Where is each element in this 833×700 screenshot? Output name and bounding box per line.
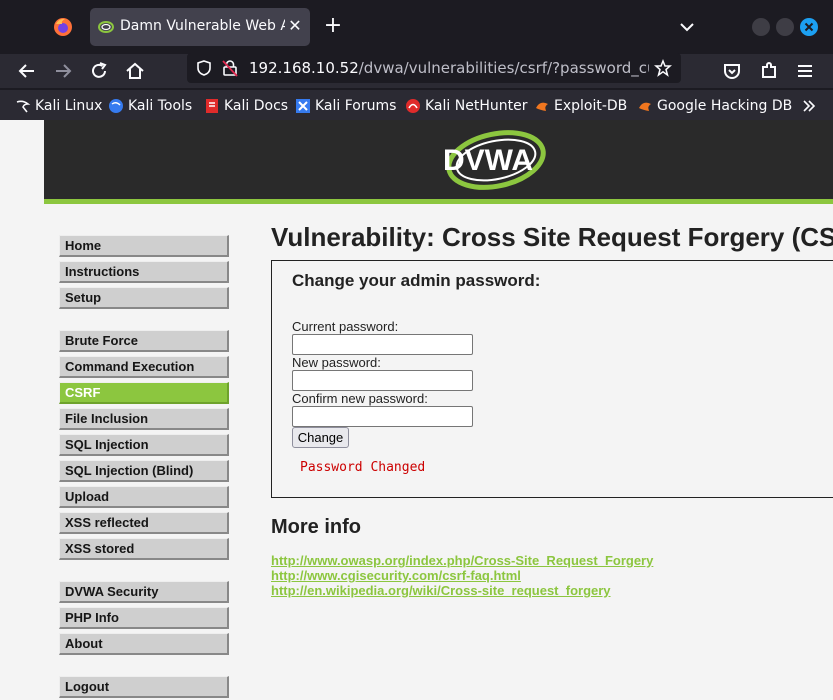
- kali-tools-icon: [109, 99, 123, 113]
- menu-item-xss-stored[interactable]: XSS stored: [59, 538, 229, 560]
- new-password-label: New password:: [292, 355, 381, 370]
- dvwa-header: DVWA: [44, 120, 833, 204]
- url-host: 192.168.10.52: [249, 59, 359, 77]
- tab-title: Damn Vulnerable Web Application (DVWA): [120, 18, 285, 34]
- wikipedia-link[interactable]: http://en.wikipedia.org/wiki/Cross-site_…: [271, 583, 611, 598]
- shield-icon[interactable]: [195, 59, 213, 77]
- menu-item-instructions[interactable]: Instructions: [59, 261, 229, 283]
- confirm-password-input[interactable]: [292, 406, 473, 427]
- dvwa-logo: DVWA: [443, 130, 546, 190]
- bookmark-kali-tools[interactable]: Kali Tools: [108, 96, 192, 116]
- bookmark-label: Kali Linux: [35, 98, 103, 114]
- more-info-heading: More info: [271, 516, 361, 538]
- menu-item-file-inclusion[interactable]: File Inclusion: [59, 408, 229, 430]
- close-window-button[interactable]: [800, 18, 818, 36]
- browser-window: Damn Vulnerable Web Application (DVWA) ✕…: [0, 0, 833, 700]
- bookmarks-toolbar: Kali Linux Kali Tools Kali Docs Kali For…: [0, 90, 833, 120]
- bookmark-label: Kali Forums: [315, 98, 397, 114]
- extensions-icon[interactable]: [757, 59, 781, 83]
- dvwa-favicon-icon: [98, 21, 114, 33]
- form-heading: Change your admin password:: [292, 271, 541, 290]
- menu-item-about[interactable]: About: [59, 633, 229, 655]
- menu-item-brute-force[interactable]: Brute Force: [59, 330, 229, 352]
- ghdb-icon: [639, 102, 651, 111]
- more-bookmarks-chevron-icon[interactable]: [800, 97, 818, 115]
- status-message: Password Changed: [300, 460, 426, 475]
- new-password-input[interactable]: [292, 370, 473, 391]
- menu-item-csrf[interactable]: CSRF: [59, 382, 229, 404]
- exploit-db-icon: [536, 102, 548, 111]
- menu-item-xss-reflected[interactable]: XSS reflected: [59, 512, 229, 534]
- new-tab-icon[interactable]: +: [322, 15, 344, 38]
- menu-item-setup[interactable]: Setup: [59, 287, 229, 309]
- back-arrow-icon[interactable]: [15, 59, 39, 83]
- url-text: 192.168.10.52/dvwa/vulnerabilities/csrf/…: [249, 59, 649, 79]
- insecure-lock-icon[interactable]: [221, 59, 239, 77]
- menu-icon[interactable]: [793, 59, 817, 83]
- bookmark-kali-docs[interactable]: Kali Docs: [204, 96, 288, 116]
- reload-icon[interactable]: [87, 59, 111, 83]
- dvwa-container: DVWA Home Instructions Setup Brute Force…: [44, 120, 833, 700]
- bookmark-label: Kali NetHunter: [425, 98, 528, 114]
- bookmark-kali-linux[interactable]: Kali Linux: [15, 96, 102, 116]
- current-password-input[interactable]: [292, 334, 473, 355]
- nethunter-icon: [406, 99, 420, 113]
- home-icon[interactable]: [123, 59, 147, 83]
- minimize-button[interactable]: [752, 18, 770, 36]
- kali-docs-icon: [206, 99, 218, 113]
- close-icon: [804, 22, 814, 32]
- firefox-icon[interactable]: [52, 16, 74, 38]
- kali-forums-icon: [296, 99, 310, 113]
- bookmark-label: Exploit-DB: [554, 98, 628, 114]
- close-tab-icon[interactable]: ✕: [286, 17, 304, 35]
- bookmark-kali-nethunter[interactable]: Kali NetHunter: [405, 96, 527, 116]
- maximize-button[interactable]: [776, 18, 794, 36]
- change-button[interactable]: Change: [292, 427, 349, 448]
- menu-item-home[interactable]: Home: [59, 235, 229, 257]
- url-path: /dvwa/vulnerabilities/csrf/?password_cur…: [358, 59, 649, 77]
- menu-item-sql-injection[interactable]: SQL Injection: [59, 434, 229, 456]
- chevron-down-icon[interactable]: [676, 16, 698, 38]
- confirm-password-label: Confirm new password:: [292, 391, 428, 406]
- bookmark-label: Google Hacking DB: [657, 98, 793, 114]
- menu-item-sql-injection-blind[interactable]: SQL Injection (Blind): [59, 460, 229, 482]
- menu-item-php-info[interactable]: PHP Info: [59, 607, 229, 629]
- tab-dvwa[interactable]: Damn Vulnerable Web Application (DVWA) ✕: [90, 8, 310, 46]
- url-bar[interactable]: 192.168.10.52/dvwa/vulnerabilities/csrf/…: [187, 53, 681, 83]
- bookmark-google-hacking-db[interactable]: Google Hacking DB: [637, 96, 792, 116]
- bookmark-label: Kali Tools: [128, 98, 193, 114]
- bookmark-label: Kali Docs: [224, 98, 289, 114]
- kali-dragon-icon: [16, 100, 31, 113]
- csrf-form-box: Change your admin password: Current pass…: [271, 260, 833, 498]
- page-title: Vulnerability: Cross Site Request Forger…: [271, 222, 833, 252]
- cgisecurity-link[interactable]: http://www.cgisecurity.com/csrf-faq.html: [271, 568, 521, 583]
- bookmark-kali-forums[interactable]: Kali Forums: [295, 96, 396, 116]
- web-page: DVWA Home Instructions Setup Brute Force…: [0, 120, 833, 700]
- current-password-label: Current password:: [292, 319, 399, 334]
- bookmark-star-icon[interactable]: [654, 59, 672, 77]
- tab-bar: Damn Vulnerable Web Application (DVWA) ✕…: [0, 0, 833, 54]
- menu-item-logout[interactable]: Logout: [59, 676, 229, 698]
- owasp-link[interactable]: http://www.owasp.org/index.php/Cross-Sit…: [271, 553, 653, 568]
- menu-item-upload[interactable]: Upload: [59, 486, 229, 508]
- pocket-icon[interactable]: [720, 59, 744, 83]
- main-content: Vulnerability: Cross Site Request Forger…: [271, 220, 833, 700]
- menu-item-command-execution[interactable]: Command Execution: [59, 356, 229, 378]
- forward-arrow-icon[interactable]: [51, 59, 75, 83]
- page-margin: [0, 120, 44, 700]
- bookmark-exploit-db[interactable]: Exploit-DB: [534, 96, 627, 116]
- menu-item-dvwa-security[interactable]: DVWA Security: [59, 581, 229, 603]
- svg-text:DVWA: DVWA: [443, 144, 533, 177]
